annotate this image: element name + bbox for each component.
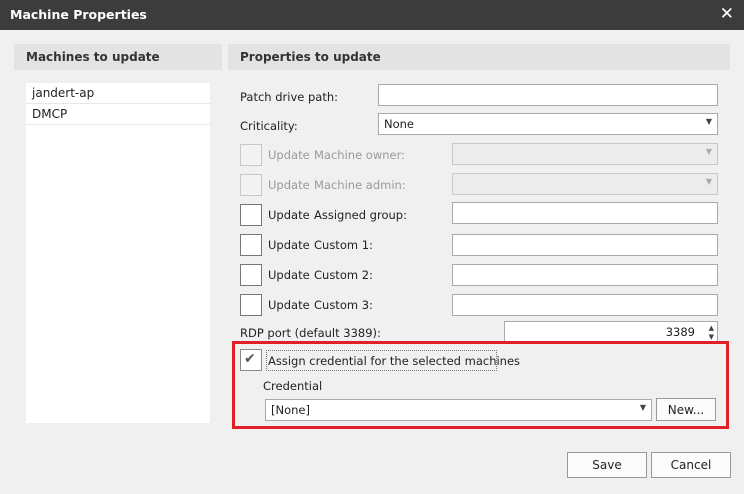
custom2-label: Custom 2: <box>314 268 373 282</box>
credential-label: Credential <box>263 379 323 393</box>
machine-admin-label: Machine admin: <box>314 178 406 192</box>
checkmark-icon: ✔ <box>244 351 256 367</box>
rdp-port-label: RDP port (default 3389): <box>240 326 381 340</box>
list-item[interactable]: DMCP <box>26 104 210 125</box>
chevron-down-icon[interactable]: ▼ <box>709 333 714 341</box>
update-custom2-checkbox[interactable] <box>240 264 262 286</box>
machine-owner-select[interactable]: ▼ <box>452 143 718 165</box>
assigned-group-input[interactable] <box>452 202 718 224</box>
title-bar: Machine Properties ✕ <box>0 0 744 30</box>
custom3-label: Custom 3: <box>314 298 373 312</box>
update-label: Update <box>268 298 310 312</box>
update-machine-admin-checkbox[interactable] <box>240 174 262 196</box>
custom1-input[interactable] <box>452 234 718 256</box>
custom1-label: Custom 1: <box>314 238 373 252</box>
update-machine-owner-checkbox[interactable] <box>240 144 262 166</box>
patch-drive-path-input[interactable] <box>378 84 718 106</box>
update-label: Update <box>268 178 310 192</box>
window-title: Machine Properties <box>10 7 147 22</box>
assign-credential-label: Assign credential for the selected machi… <box>268 354 521 368</box>
chevron-down-icon: ▼ <box>705 117 712 126</box>
assigned-group-label: Assigned group: <box>314 208 407 222</box>
update-custom3-checkbox[interactable] <box>240 294 262 316</box>
close-icon[interactable]: ✕ <box>720 4 734 24</box>
rdp-port-stepper[interactable]: 3389 ▲ ▼ <box>504 321 718 343</box>
update-label: Update <box>268 148 310 162</box>
criticality-label: Criticality: <box>240 119 298 133</box>
patch-drive-path-label: Patch drive path: <box>240 90 339 104</box>
update-label: Update <box>268 238 310 252</box>
chevron-up-icon[interactable]: ▲ <box>709 324 714 332</box>
new-credential-button[interactable]: New... <box>656 398 716 421</box>
assign-credential-checkbox[interactable]: ✔ <box>240 349 262 371</box>
custom2-input[interactable] <box>452 264 718 286</box>
save-button[interactable]: Save <box>567 452 647 478</box>
criticality-value: None <box>384 117 415 131</box>
update-label: Update <box>268 208 310 222</box>
credential-value: [None] <box>271 403 310 417</box>
chevron-down-icon: ▼ <box>705 147 712 156</box>
chevron-down-icon: ▼ <box>705 177 712 186</box>
machines-list[interactable]: jandert-ap DMCP <box>26 83 210 423</box>
list-item[interactable]: jandert-ap <box>26 83 210 104</box>
chevron-down-icon: ▼ <box>639 403 646 412</box>
update-assigned-group-checkbox[interactable] <box>240 204 262 226</box>
update-label: Update <box>268 268 310 282</box>
credential-select[interactable]: [None] ▼ <box>265 399 652 421</box>
rdp-port-value: 3389 <box>665 325 695 339</box>
properties-panel-header: Properties to update <box>228 44 730 70</box>
update-custom1-checkbox[interactable] <box>240 234 262 256</box>
cancel-button[interactable]: Cancel <box>651 452 731 478</box>
machine-admin-select[interactable]: ▼ <box>452 173 718 195</box>
custom3-input[interactable] <box>452 294 718 316</box>
criticality-select[interactable]: None ▼ <box>378 113 718 135</box>
machine-owner-label: Machine owner: <box>314 148 406 162</box>
machines-panel-header: Machines to update <box>14 44 222 70</box>
